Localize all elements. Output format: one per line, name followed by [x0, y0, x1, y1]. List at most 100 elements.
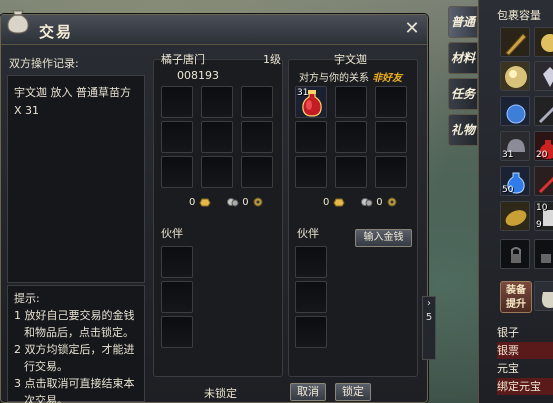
other-partner-slot[interactable]: [295, 281, 327, 313]
other-item-slot[interactable]: [335, 86, 367, 118]
relation-badge: 非好友: [372, 73, 403, 84]
sword-item-icon: [501, 28, 529, 56]
trade-log-entry: 宇文迦 放入 普通草苗方 X 31: [14, 86, 131, 117]
inventory-slot-count: 20: [536, 150, 548, 160]
other-item-slot[interactable]: [375, 86, 407, 118]
close-icon[interactable]: ✕: [402, 19, 422, 39]
self-partner-slot[interactable]: [161, 246, 193, 278]
panel-digit: 5: [425, 312, 433, 323]
tab-normal[interactable]: 普通: [448, 6, 478, 38]
gold-ingot-icon: [198, 198, 211, 207]
currency-silver-notes: 银票: [497, 342, 553, 359]
currency-yuanbao: 元宝: [497, 362, 519, 375]
other-item-slot[interactable]: [295, 156, 327, 188]
other-item-count: 31: [297, 88, 309, 98]
lock-status-text: 未锁定: [204, 387, 237, 400]
trade-log-label: 双方操作记录:: [9, 57, 79, 70]
self-item-slot[interactable]: [161, 86, 193, 118]
lock-button[interactable]: 锁定: [335, 383, 371, 401]
self-partner-slot[interactable]: [161, 281, 193, 313]
tip-line-2-cont: 行交易。: [24, 360, 68, 373]
currency-bound-yuanbao: 绑定元宝: [497, 378, 553, 395]
inventory-slot[interactable]: 20: [534, 131, 553, 161]
tab-materials[interactable]: 材料: [448, 42, 478, 74]
inventory-slot-locked[interactable]: [534, 239, 553, 269]
self-item-slot[interactable]: [241, 86, 273, 118]
enter-money-button[interactable]: 输入金钱: [355, 229, 412, 247]
self-partner-slot[interactable]: [161, 316, 193, 348]
inventory-slot[interactable]: [500, 61, 530, 91]
other-item-slot[interactable]: [295, 121, 327, 153]
self-item-slot[interactable]: [201, 156, 233, 188]
trade-window-title: 交易: [39, 23, 74, 41]
other-silver-row: 0: [361, 197, 398, 211]
inventory-title: 包裹容量: [497, 9, 541, 22]
inventory-slot-count: 50: [502, 185, 514, 195]
trade-log-box: 宇文迦 放入 普通草苗方 X 31: [7, 75, 145, 283]
self-level: 1级: [263, 53, 281, 66]
tip-line-2: 2 双方均锁定后，才能进: [14, 343, 135, 356]
self-partner-label: 伙伴: [161, 227, 183, 240]
self-item-slot[interactable]: [161, 121, 193, 153]
inventory-slot[interactable]: [500, 27, 530, 57]
self-gold-amount: 0: [189, 197, 196, 208]
other-item-slot-filled[interactable]: 31: [295, 86, 327, 118]
lock-icon: [511, 247, 521, 263]
self-item-slot[interactable]: [161, 156, 193, 188]
self-item-slot[interactable]: [241, 121, 273, 153]
inventory-slot-count: 10: [536, 203, 548, 213]
tab-quest[interactable]: 任务: [448, 78, 478, 110]
self-item-slot[interactable]: [201, 121, 233, 153]
inventory-slot[interactable]: 50: [500, 166, 530, 196]
inventory-slot[interactable]: [500, 201, 530, 231]
equip-btn-line-1: 装备: [506, 285, 526, 296]
inventory-slot-count: 9: [536, 220, 542, 230]
other-partner-slot[interactable]: [295, 246, 327, 278]
orb-item-icon: [501, 62, 529, 90]
other-money-row: 0: [323, 197, 345, 211]
inventory-slot[interactable]: [534, 96, 553, 126]
inventory-panel: 包裹容量 31 50 20 10 9 装备 提升 银子 银票 元宝 绑定元宝: [478, 0, 553, 403]
silver-coins-icon: [227, 198, 239, 207]
tip-line-3: 3 点击取消可直接结束本: [14, 377, 135, 390]
lock-icon: [541, 254, 551, 263]
cancel-button[interactable]: 取消: [290, 383, 326, 401]
other-gold-amount: 0: [323, 197, 330, 208]
relation-label: 对方与你的关系 非好友: [299, 69, 402, 84]
self-item-slot[interactable]: [201, 86, 233, 118]
equipment-upgrade-button[interactable]: 装备 提升: [500, 281, 532, 313]
coin-icon: [387, 197, 397, 207]
inventory-slot-count: 31: [502, 150, 514, 160]
inventory-slot[interactable]: [534, 166, 553, 196]
tab-gift[interactable]: 礼物: [448, 114, 478, 146]
tip-line-1-cont: 和物品后，点击锁定。: [24, 326, 134, 339]
silver-coins-icon: [361, 198, 373, 207]
gem-item-icon: [535, 62, 553, 90]
inventory-slot[interactable]: 31: [500, 131, 530, 161]
self-item-slot[interactable]: [241, 156, 273, 188]
other-item-slot[interactable]: [375, 156, 407, 188]
self-silver-row: 0: [227, 197, 264, 211]
coin-icon: [253, 197, 263, 207]
currency-silver: 银子: [497, 326, 519, 339]
scroll-arrow-icon[interactable]: ›: [423, 297, 435, 311]
other-item-slot[interactable]: [335, 121, 367, 153]
hidden-panel-fragment: › 5: [422, 296, 436, 360]
inventory-slot[interactable]: [534, 27, 553, 57]
money-bag-icon: [535, 282, 553, 310]
other-item-slot[interactable]: [335, 156, 367, 188]
money-bag-slot[interactable]: [534, 281, 553, 311]
inventory-slot-locked[interactable]: [500, 239, 530, 269]
other-item-slot[interactable]: [375, 121, 407, 153]
gold-ingot-icon: [332, 198, 345, 207]
other-silver-amount: 0: [376, 197, 383, 208]
inventory-slot[interactable]: [500, 96, 530, 126]
inventory-slot[interactable]: 10 9: [534, 201, 553, 231]
tips-header: 提示:: [14, 292, 40, 305]
self-name: 橘子唐门: [161, 53, 205, 66]
trade-title-bar[interactable]: 交易 ✕: [1, 10, 427, 45]
arrow-item-icon: [535, 167, 553, 195]
tip-line-1: 1 放好自己要交易的金钱: [14, 309, 135, 322]
other-partner-slot[interactable]: [295, 316, 327, 348]
inventory-slot[interactable]: [534, 61, 553, 91]
